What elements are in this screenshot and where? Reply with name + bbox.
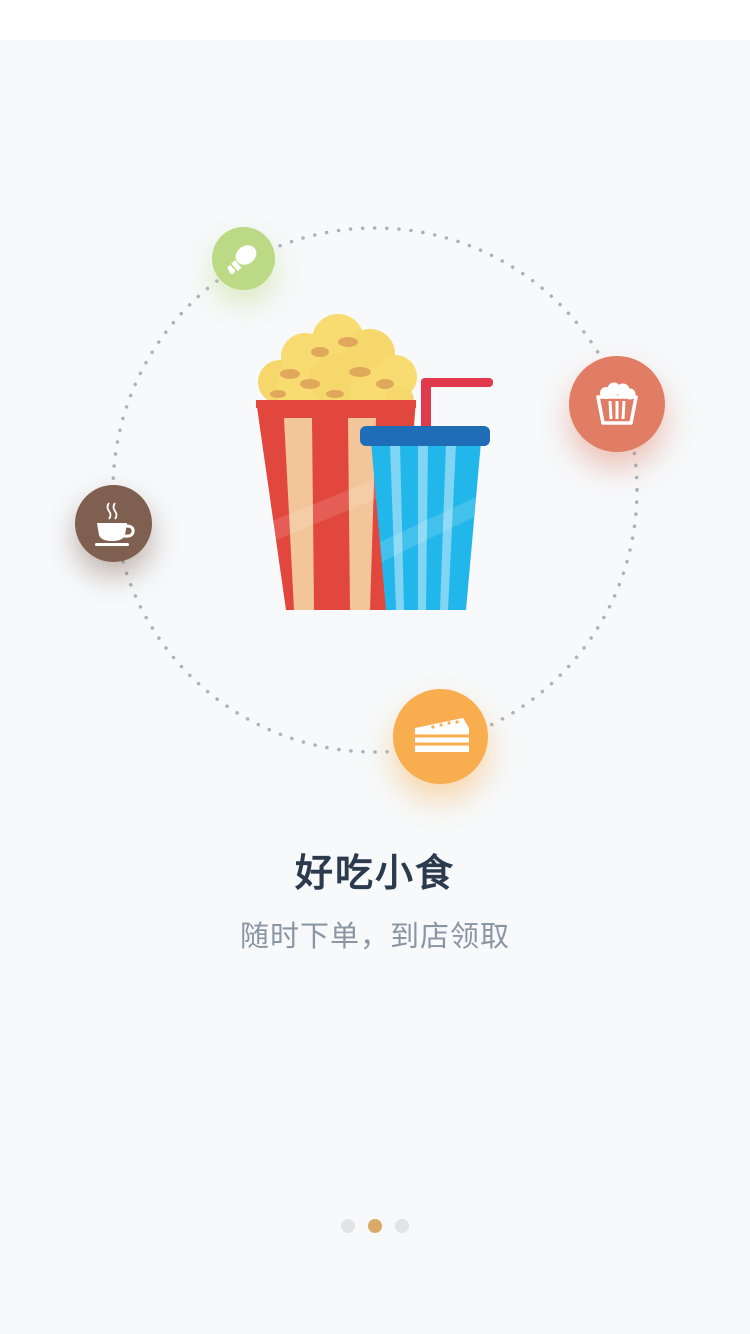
dotted-orbit-ring <box>111 226 639 754</box>
page-dot-3[interactable] <box>395 1219 409 1233</box>
chicken-bubble[interactable] <box>212 227 275 290</box>
page-dot-1[interactable] <box>341 1219 355 1233</box>
popcorn-and-drink-illustration <box>256 314 493 610</box>
page-indicator <box>0 1219 750 1233</box>
chicken-leg-icon <box>227 244 256 274</box>
coffee-bubble[interactable] <box>75 485 152 562</box>
popcorn-kernels <box>258 314 417 414</box>
cake-bubble[interactable] <box>393 689 488 784</box>
onboarding-subtitle: 随时下单，到店领取 <box>239 919 510 953</box>
popcorn-bubble[interactable] <box>569 356 665 452</box>
onboarding-title: 好吃小食 <box>294 851 455 895</box>
coffee-cup-icon <box>94 501 135 546</box>
popcorn-icon <box>596 382 638 425</box>
cake-icon <box>414 717 469 752</box>
page-dot-2-active[interactable] <box>368 1219 382 1233</box>
